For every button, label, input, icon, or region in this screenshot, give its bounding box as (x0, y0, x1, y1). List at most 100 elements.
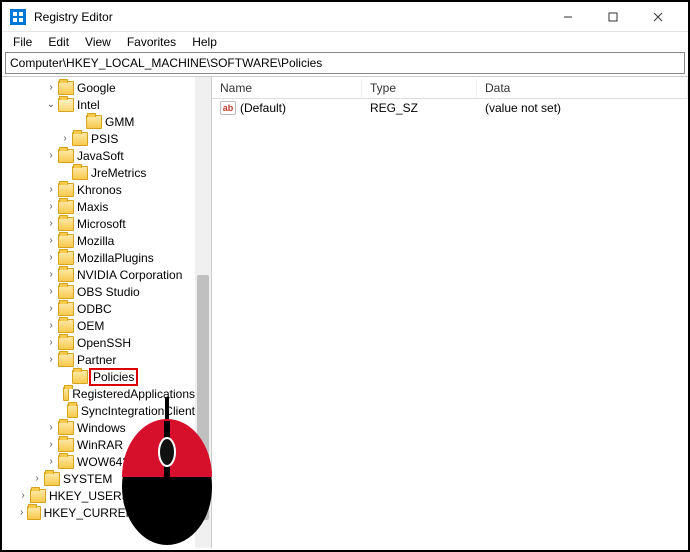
tree-item-intel[interactable]: ⌄ Intel (4, 96, 195, 113)
list-pane: Name Type Data ab (Default) REG_SZ (valu… (212, 77, 688, 548)
folder-icon (72, 370, 88, 384)
value-data: (value not set) (477, 101, 688, 115)
folder-icon (58, 353, 74, 367)
menu-favorites[interactable]: Favorites (120, 34, 183, 50)
tree-item-hkey-users[interactable]: › HKEY_USERS (4, 487, 195, 504)
folder-icon (58, 234, 74, 248)
expander-icon[interactable]: › (44, 82, 58, 93)
expander-icon[interactable]: › (44, 201, 58, 212)
list-body[interactable]: ab (Default) REG_SZ (value not set) (212, 99, 688, 548)
string-value-icon: ab (220, 101, 236, 115)
app-icon (10, 9, 26, 25)
address-bar[interactable]: Computer\HKEY_LOCAL_MACHINE\SOFTWARE\Pol… (5, 52, 685, 74)
tree-item-policies[interactable]: Policies (4, 368, 195, 385)
value-name: (Default) (240, 101, 286, 115)
tree-scrollbar[interactable] (195, 77, 211, 548)
folder-icon (58, 319, 74, 333)
tree-item-openssh[interactable]: › OpenSSH (4, 334, 195, 351)
tree-item-syncintegration[interactable]: SyncIntegrationClient (4, 402, 195, 419)
tree-item-oem[interactable]: › OEM (4, 317, 195, 334)
column-header-name[interactable]: Name (212, 79, 362, 97)
folder-icon (58, 336, 74, 350)
tree-content[interactable]: › Google ⌄ Intel GMM › PSIS › (2, 77, 195, 523)
folder-icon (72, 166, 88, 180)
folder-icon (58, 217, 74, 231)
expander-icon[interactable]: › (44, 337, 58, 348)
tree-item-google[interactable]: › Google (4, 79, 195, 96)
folder-icon (58, 455, 74, 469)
title-bar: Registry Editor (2, 2, 688, 32)
tree-item-hkey-current-config[interactable]: › HKEY_CURRENT_CONFIG (4, 504, 195, 521)
tree-item-mozilla[interactable]: › Mozilla (4, 232, 195, 249)
tree-item-winrar[interactable]: › WinRAR (4, 436, 195, 453)
menu-file[interactable]: File (6, 34, 39, 50)
list-row[interactable]: ab (Default) REG_SZ (value not set) (212, 99, 688, 117)
menu-view[interactable]: View (78, 34, 118, 50)
scrollbar-thumb[interactable] (197, 275, 209, 520)
expander-icon[interactable]: › (44, 150, 58, 161)
tree-item-gmm[interactable]: GMM (4, 113, 195, 130)
folder-icon (58, 183, 74, 197)
folder-icon (72, 132, 88, 146)
list-header: Name Type Data (212, 77, 688, 99)
address-text: Computer\HKEY_LOCAL_MACHINE\SOFTWARE\Pol… (10, 56, 322, 70)
expander-icon[interactable]: › (44, 303, 58, 314)
tree-item-odbc[interactable]: › ODBC (4, 300, 195, 317)
expander-icon[interactable]: › (30, 473, 44, 484)
expander-icon[interactable]: › (44, 252, 58, 263)
folder-icon (58, 285, 74, 299)
tree-item-jremetrics[interactable]: JreMetrics (4, 164, 195, 181)
minimize-button[interactable] (545, 2, 590, 32)
expander-icon[interactable]: › (44, 286, 58, 297)
expander-icon[interactable]: › (58, 133, 72, 144)
menu-bar: File Edit View Favorites Help (2, 32, 688, 52)
tree-item-microsoft[interactable]: › Microsoft (4, 215, 195, 232)
tree-item-system[interactable]: › SYSTEM (4, 470, 195, 487)
folder-icon (44, 472, 60, 486)
tree-item-obs[interactable]: › OBS Studio (4, 283, 195, 300)
expander-icon[interactable]: › (44, 320, 58, 331)
folder-icon (58, 438, 74, 452)
expander-icon[interactable]: › (44, 184, 58, 195)
main-panes: › Google ⌄ Intel GMM › PSIS › (2, 76, 688, 548)
folder-icon (67, 404, 78, 418)
folder-icon (58, 251, 74, 265)
tree-item-psis[interactable]: › PSIS (4, 130, 195, 147)
expander-icon[interactable]: › (44, 235, 58, 246)
expander-icon[interactable]: › (16, 490, 30, 501)
expander-icon[interactable]: › (16, 507, 27, 518)
window-title: Registry Editor (34, 10, 113, 24)
tree-item-nvidia[interactable]: › NVIDIA Corporation (4, 266, 195, 283)
expander-icon[interactable]: › (44, 218, 58, 229)
menu-edit[interactable]: Edit (41, 34, 76, 50)
menu-help[interactable]: Help (185, 34, 224, 50)
column-header-type[interactable]: Type (362, 79, 477, 97)
folder-icon (58, 268, 74, 282)
tree-item-mozillaplugins[interactable]: › MozillaPlugins (4, 249, 195, 266)
expander-icon[interactable]: › (44, 422, 58, 433)
folder-icon (58, 421, 74, 435)
column-header-data[interactable]: Data (477, 79, 688, 97)
close-button[interactable] (635, 2, 680, 32)
tree-item-javasoft[interactable]: › JavaSoft (4, 147, 195, 164)
folder-icon (58, 98, 74, 112)
expander-icon[interactable]: › (44, 354, 58, 365)
expander-icon[interactable]: › (44, 456, 58, 467)
tree-pane: › Google ⌄ Intel GMM › PSIS › (2, 77, 212, 548)
tree-item-maxis[interactable]: › Maxis (4, 198, 195, 215)
value-type: REG_SZ (362, 101, 477, 115)
folder-icon (58, 81, 74, 95)
maximize-button[interactable] (590, 2, 635, 32)
folder-icon (30, 489, 46, 503)
expander-icon[interactable]: › (44, 269, 58, 280)
tree-item-wow6432[interactable]: › WOW6432Node (4, 453, 195, 470)
expander-icon[interactable]: ⌄ (44, 99, 58, 110)
tree-item-khronos[interactable]: › Khronos (4, 181, 195, 198)
folder-icon (27, 506, 40, 520)
expander-icon[interactable]: › (44, 439, 58, 450)
tree-item-partner[interactable]: › Partner (4, 351, 195, 368)
folder-icon (58, 302, 74, 316)
tree-item-registeredapplications[interactable]: RegisteredApplications (4, 385, 195, 402)
tree-item-windows[interactable]: › Windows (4, 419, 195, 436)
folder-icon (58, 200, 74, 214)
